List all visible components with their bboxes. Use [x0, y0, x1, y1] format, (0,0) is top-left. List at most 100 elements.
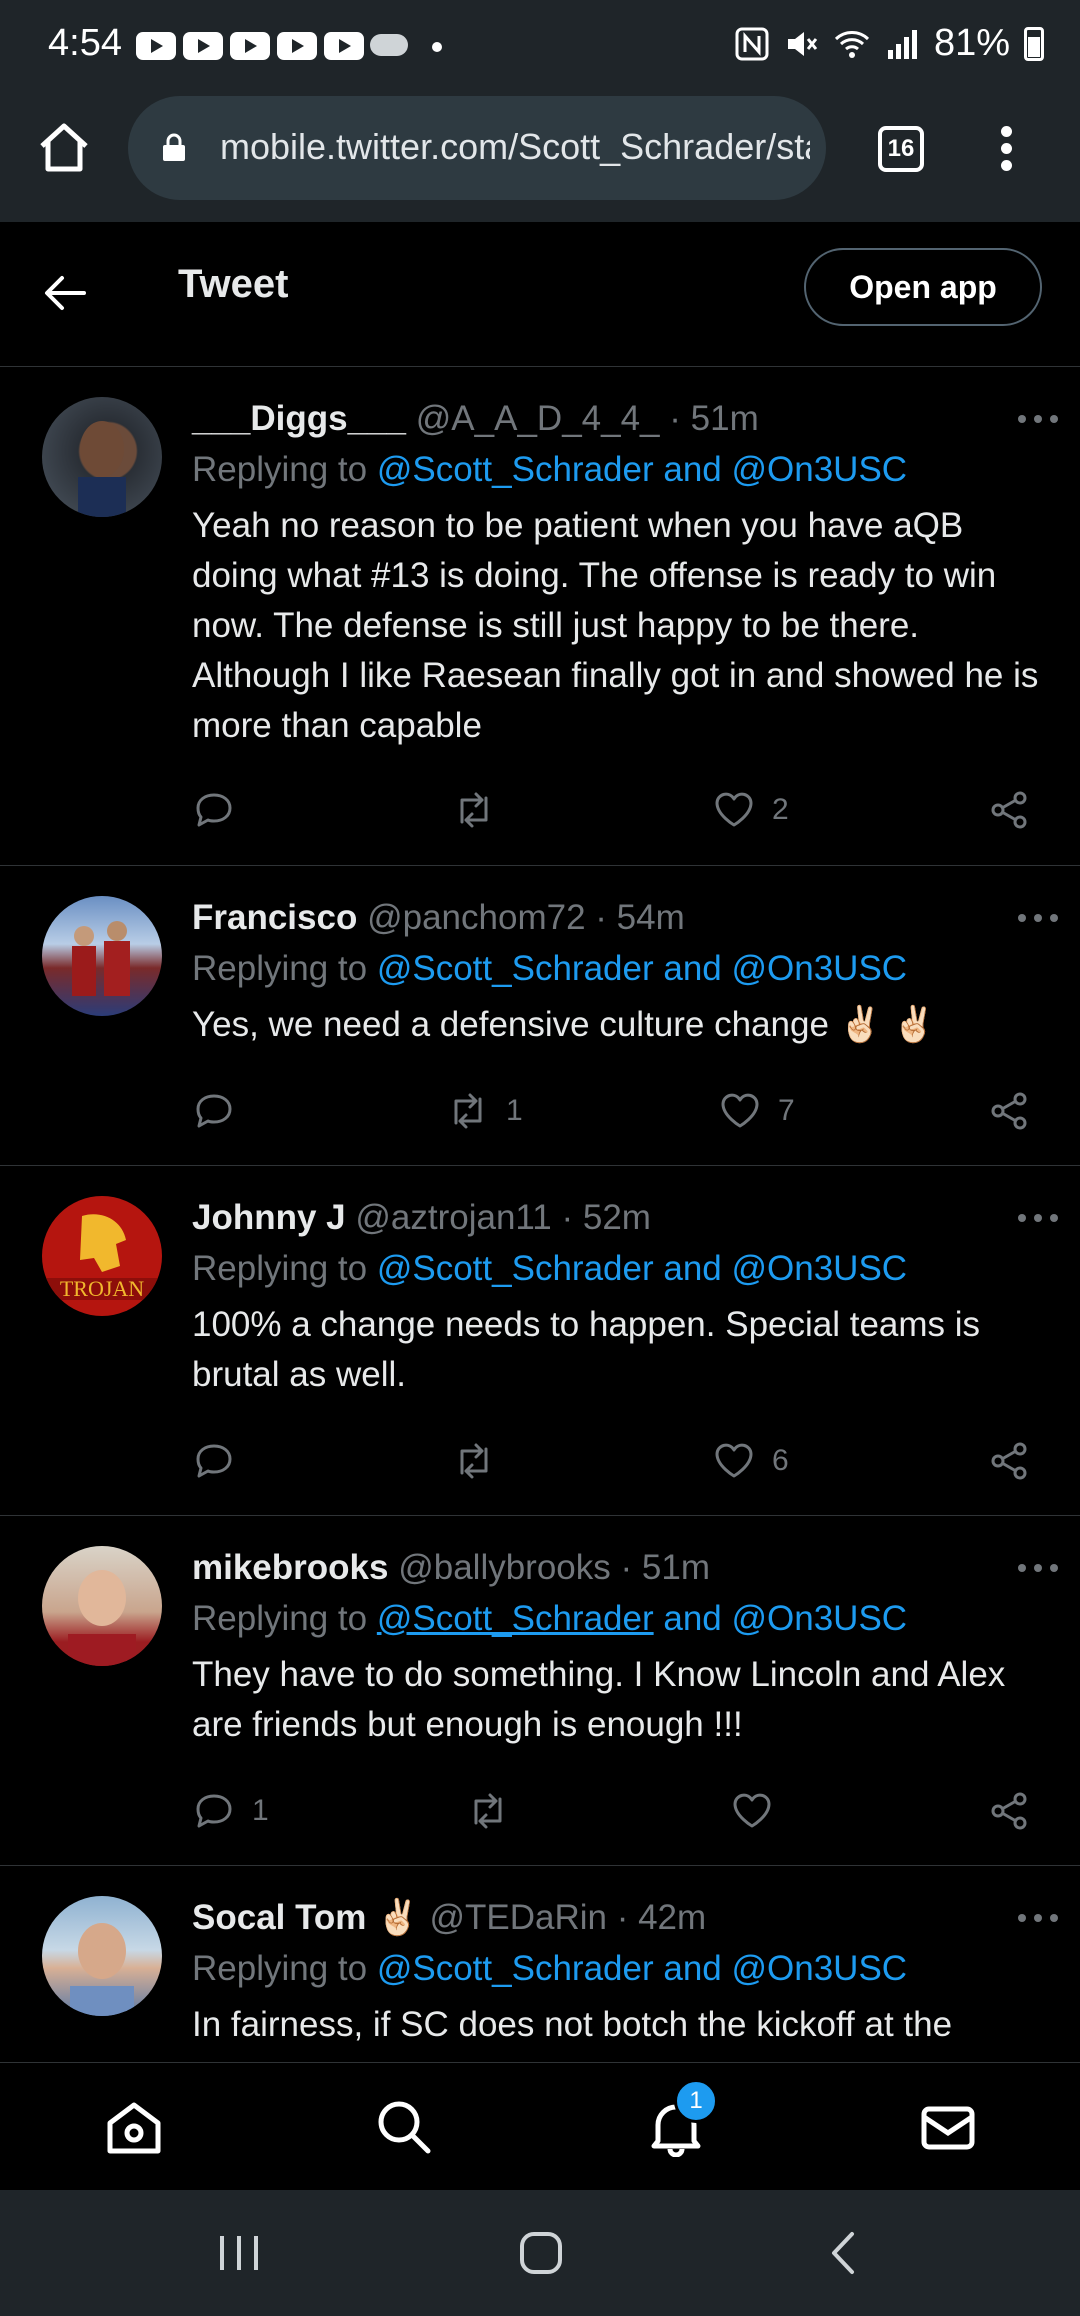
avatar-photo — [78, 421, 126, 517]
reply-user-link[interactable]: @On3USC — [732, 949, 908, 988]
tweet-item[interactable]: TROJAN Johnny J @aztrojan11 · 52m Replyi… — [0, 1166, 1080, 1516]
retweet-button[interactable] — [466, 1786, 526, 1836]
share-button[interactable] — [988, 1086, 1032, 1136]
avatar-photo — [72, 921, 130, 996]
user-handle[interactable]: @ballybrooks — [398, 1548, 611, 1587]
retweet-button[interactable] — [452, 785, 512, 835]
share-icon — [991, 1442, 1027, 1480]
heart-icon — [721, 1093, 759, 1128]
youtube-notification-icon — [277, 32, 317, 60]
like-button[interactable]: 2 — [712, 785, 789, 835]
avatar[interactable] — [42, 1546, 162, 1666]
heart-icon — [715, 1443, 753, 1478]
tweet-text: Yes, we need a defensive culture change … — [192, 1005, 936, 1044]
url-text: mobile.twitter.com/Scott_Schrader/sta — [220, 126, 810, 167]
like-button[interactable]: 7 — [718, 1086, 795, 1136]
user-handle[interactable]: @TEDaRin — [429, 1898, 607, 1937]
user-handle[interactable]: @panchom72 — [367, 898, 585, 937]
wifi-icon — [834, 30, 869, 58]
recent-apps-icon[interactable] — [212, 2226, 266, 2280]
retweet-icon — [454, 1093, 482, 1129]
tab-switcher-button[interactable]: 16 — [878, 126, 924, 172]
tweet-item[interactable]: mikebrooks @ballybrooks · 51m Replying t… — [0, 1516, 1080, 1866]
avatar-photo — [70, 1923, 134, 2016]
tweet-item[interactable]: Socal Tom ✌🏻 @TEDaRin · 42m Replying to … — [0, 1866, 1080, 2062]
tweet-body: Francisco @panchom72 · 54m Replying to @… — [192, 894, 1044, 1050]
retweet-icon — [474, 1793, 502, 1829]
reply-button[interactable] — [192, 1436, 252, 1486]
tweet-actions: 1 7 — [192, 1086, 1044, 1136]
reply-button[interactable]: 1 — [192, 1786, 269, 1836]
tweet-item[interactable]: ___Diggs___ @A_A_D_4_4_ · 51m Replying t… — [0, 367, 1080, 866]
tweet-header-line: Socal Tom ✌🏻 @TEDaRin · 42m — [192, 1894, 1044, 1942]
like-button[interactable] — [730, 1786, 790, 1836]
signal-icon — [887, 29, 917, 59]
reply-user-link[interactable]: @On3USC — [732, 1249, 908, 1288]
user-name-emoji: ✌🏻 — [376, 1898, 420, 1937]
battery-percent: 81% — [933, 22, 1010, 64]
retweet-count: 1 — [506, 1094, 523, 1127]
tweet-item[interactable]: Francisco @panchom72 · 54m Replying to @… — [0, 866, 1080, 1166]
browser-menu-button[interactable] — [994, 126, 1018, 176]
back-button-icon[interactable] — [818, 2226, 872, 2280]
user-handle[interactable]: @aztrojan11 — [355, 1198, 551, 1237]
share-icon — [991, 1792, 1027, 1830]
reply-button[interactable] — [192, 1086, 252, 1136]
share-button[interactable] — [988, 1436, 1032, 1486]
avatar[interactable]: TROJAN — [42, 1196, 162, 1316]
reply-user-link[interactable]: @Scott_Schrader — [377, 1599, 654, 1638]
youtube-notification-icon — [230, 32, 270, 60]
like-button[interactable]: 6 — [712, 1436, 789, 1486]
reply-user-link[interactable]: @On3USC — [732, 450, 908, 489]
retweet-button[interactable] — [452, 1436, 512, 1486]
nfc-icon — [735, 27, 769, 60]
heart-icon — [715, 792, 753, 827]
replying-to: Replying to @Scott_Schrader and @On3USC — [192, 1592, 1044, 1646]
reply-user-link[interactable]: @On3USC — [732, 1599, 908, 1638]
like-count: 7 — [778, 1094, 795, 1127]
replying-label: Replying to — [192, 949, 368, 988]
reply-count: 1 — [252, 1794, 269, 1827]
tweet-time[interactable]: · 54m — [595, 898, 684, 937]
tweet-actions: 1 — [192, 1786, 1044, 1836]
retweet-button[interactable]: 1 — [446, 1086, 523, 1136]
home-icon[interactable] — [36, 120, 92, 176]
avatar[interactable] — [42, 397, 162, 517]
tweet-time[interactable]: · 51m — [621, 1548, 710, 1587]
tweet-time[interactable]: · 42m — [617, 1898, 706, 1937]
user-name[interactable]: ___Diggs___ — [192, 399, 406, 438]
replying-label: Replying to — [192, 450, 368, 489]
share-button[interactable] — [988, 1786, 1032, 1836]
back-arrow-icon[interactable] — [40, 268, 90, 318]
share-icon — [991, 1092, 1027, 1130]
reply-user-link[interactable]: @Scott_Schrader — [377, 949, 654, 988]
reply-user-link[interactable]: @Scott_Schrader — [377, 1249, 654, 1288]
reply-icon — [196, 793, 232, 827]
avatar[interactable] — [42, 896, 162, 1016]
share-button[interactable] — [988, 785, 1032, 835]
home-tab-icon[interactable] — [104, 2097, 164, 2157]
reply-user-link[interactable]: @Scott_Schrader — [377, 450, 654, 489]
search-tab-icon[interactable] — [374, 2097, 434, 2157]
url-bar[interactable]: mobile.twitter.com/Scott_Schrader/sta — [128, 96, 826, 200]
reply-button[interactable] — [192, 785, 252, 835]
open-app-button[interactable]: Open app — [804, 248, 1042, 326]
user-name[interactable]: Johnny J — [192, 1198, 346, 1237]
user-name[interactable]: mikebrooks — [192, 1548, 388, 1587]
user-name[interactable]: Socal Tom — [192, 1898, 366, 1937]
home-button-icon[interactable] — [514, 2226, 568, 2280]
system-navigation-bar — [0, 2190, 1080, 2316]
tweet-time[interactable]: · 52m — [562, 1198, 651, 1237]
tweet-time[interactable]: · 51m — [669, 399, 758, 438]
share-icon — [991, 791, 1027, 829]
user-handle[interactable]: @A_A_D_4_4_ — [416, 399, 660, 438]
tweet-body: mikebrooks @ballybrooks · 51m Replying t… — [192, 1544, 1044, 1750]
reply-user-link[interactable]: @On3USC — [732, 1949, 908, 1988]
user-name[interactable]: Francisco — [192, 898, 357, 937]
avatar[interactable] — [42, 1896, 162, 2016]
lock-icon — [163, 133, 185, 161]
tweet-body: Johnny J @aztrojan11 · 52m Replying to @… — [192, 1194, 1044, 1400]
messages-tab-icon[interactable] — [918, 2097, 978, 2157]
reply-user-link[interactable]: @Scott_Schrader — [377, 1949, 654, 1988]
retweet-icon — [460, 1443, 488, 1479]
